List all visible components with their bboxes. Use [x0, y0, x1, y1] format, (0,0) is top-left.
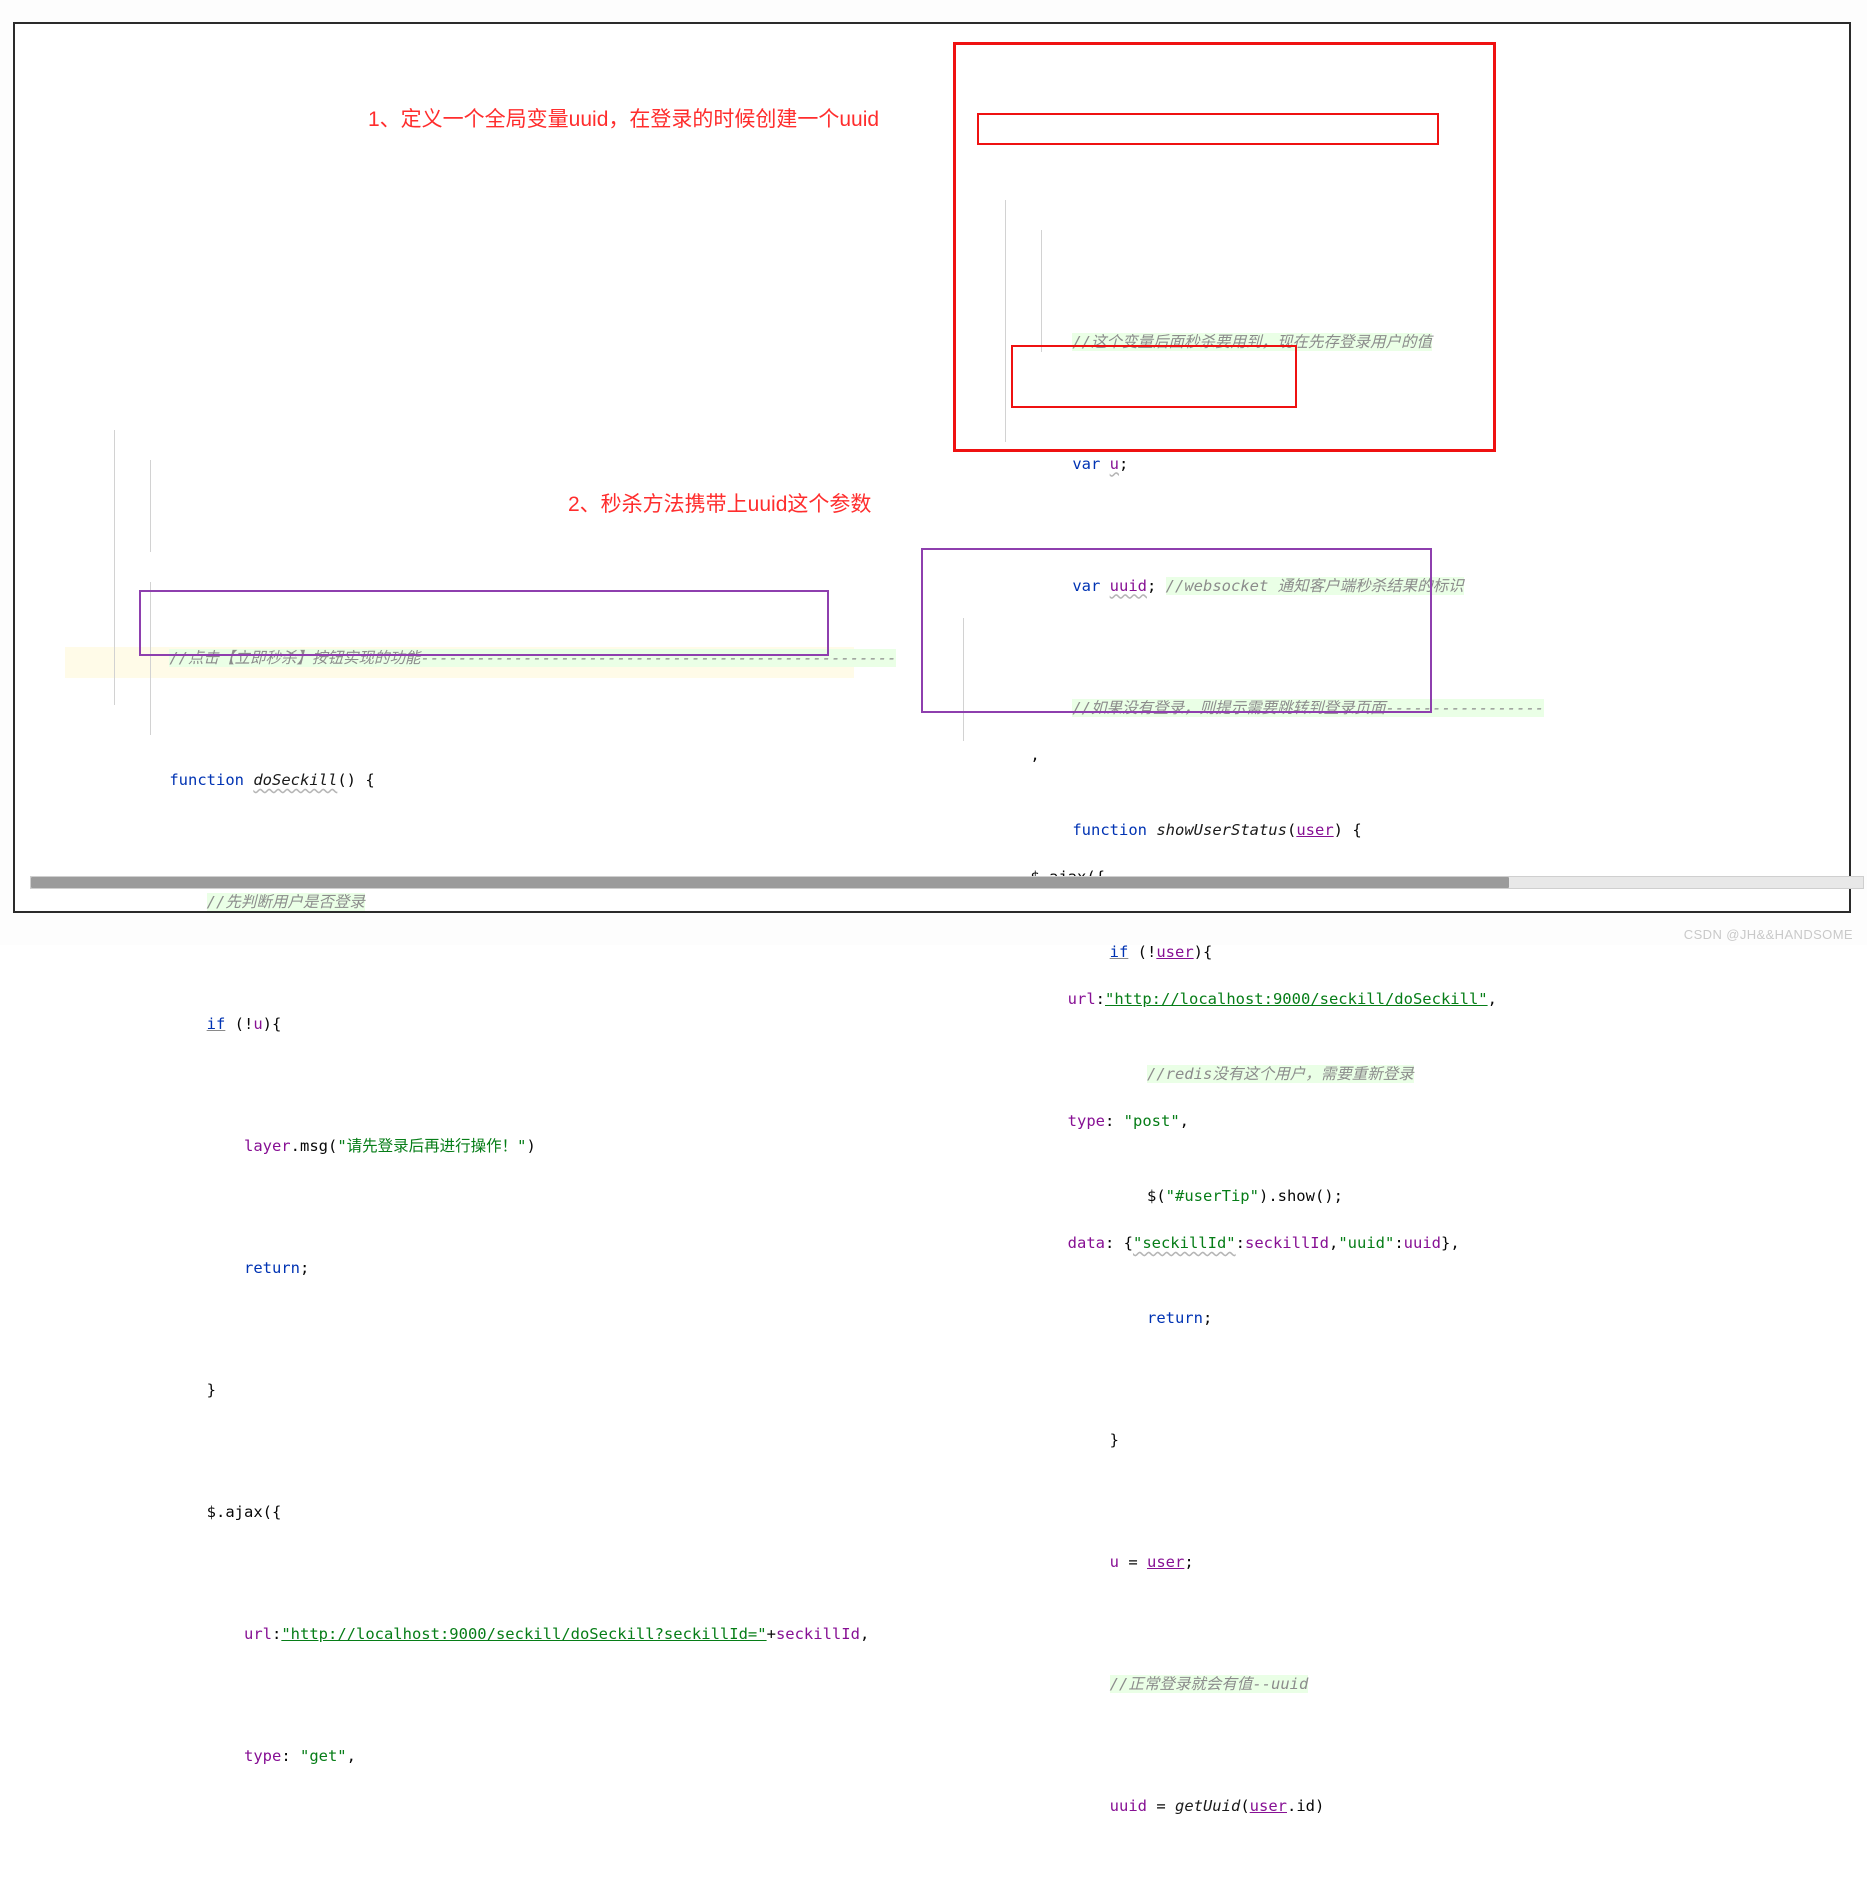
code-line: } } — [169, 1381, 216, 1399]
code-line: } } — [1072, 1430, 1119, 1449]
annotation-note-1: 1、定义一个全局变量uuid，在登录的时候创建一个uuid — [368, 108, 880, 131]
code-line: if (!u){ if (!u){ — [206, 1015, 282, 1033]
code-text: //点击【立即秒杀】按钮实现的功能-----------------------… — [169, 649, 897, 667]
code-line-type: type: "post", type: "post", — [1067, 1112, 1189, 1130]
code-line: //正常登录就会有值--uuid //正常登录就会有值--uuid — [1109, 1674, 1309, 1693]
code-line-type: type: "get", type: "get", — [243, 1747, 356, 1765]
screenshot-page: //这个变量后面秒杀要用到，现在先存登录用户的值 var u; var u; v… — [0, 0, 1867, 1815]
code-line-url: url:"http://localhost:9000/seckill/doSec… — [243, 1625, 870, 1643]
window-frame: //这个变量后面秒杀要用到，现在先存登录用户的值 var u; var u; v… — [13, 22, 1864, 1815]
csdn-watermark: CSDN @JH&&HANDSOME — [1683, 927, 1853, 942]
code-line: return; return; — [243, 1259, 310, 1277]
code-line: $.ajax({ $.ajax({ — [169, 1503, 282, 1521]
code-text: //这个变量后面秒杀要用到，现在先存登录用户的值 — [1072, 332, 1432, 351]
code-line: //点击【立即秒杀】按钮实现的功能-----------------------… — [76, 613, 897, 667]
code-line: //这个变量后面秒杀要用到，现在先存登录用户的值 — [979, 296, 1499, 351]
code-line-url: url:"http://localhost:9000/seckill/doSec… — [1067, 990, 1497, 1008]
code-line: function doSeckill() { function doSeckil… — [169, 771, 375, 789]
code-block-bottom-right: , $.ajax({ $.ajax({ url:"http://localhos… — [937, 557, 1497, 1289]
code-block-left: //点击【立即秒杀】按钮实现的功能-----------------------… — [76, 399, 897, 1890]
code-line: u = user; u = user; — [1109, 1552, 1194, 1571]
code-text: , — [1030, 746, 1040, 764]
code-line-uuid-assign: uuid = getUuid(user.id) uuid = getUuid(u… — [1109, 1796, 1325, 1815]
horizontal-scrollbar-thumb[interactable] — [31, 877, 1509, 888]
indent-guide — [150, 460, 151, 552]
code-line: } } — [979, 1882, 1499, 1890]
code-line-data: data: {"seckillId":seckillId,"uuid":uuid… — [1067, 1234, 1460, 1252]
code-line: layer.msg("请先登录后再进行操作！") layer.msg("请先登录… — [243, 1137, 536, 1155]
code-line: $.ajax({ $.ajax({ — [937, 832, 1457, 886]
code-line: var u; var u; — [1072, 454, 1129, 473]
code-canvas: //这个变量后面秒杀要用到，现在先存登录用户的值 var u; var u; v… — [15, 24, 1849, 1815]
code-line: , — [937, 710, 1457, 764]
